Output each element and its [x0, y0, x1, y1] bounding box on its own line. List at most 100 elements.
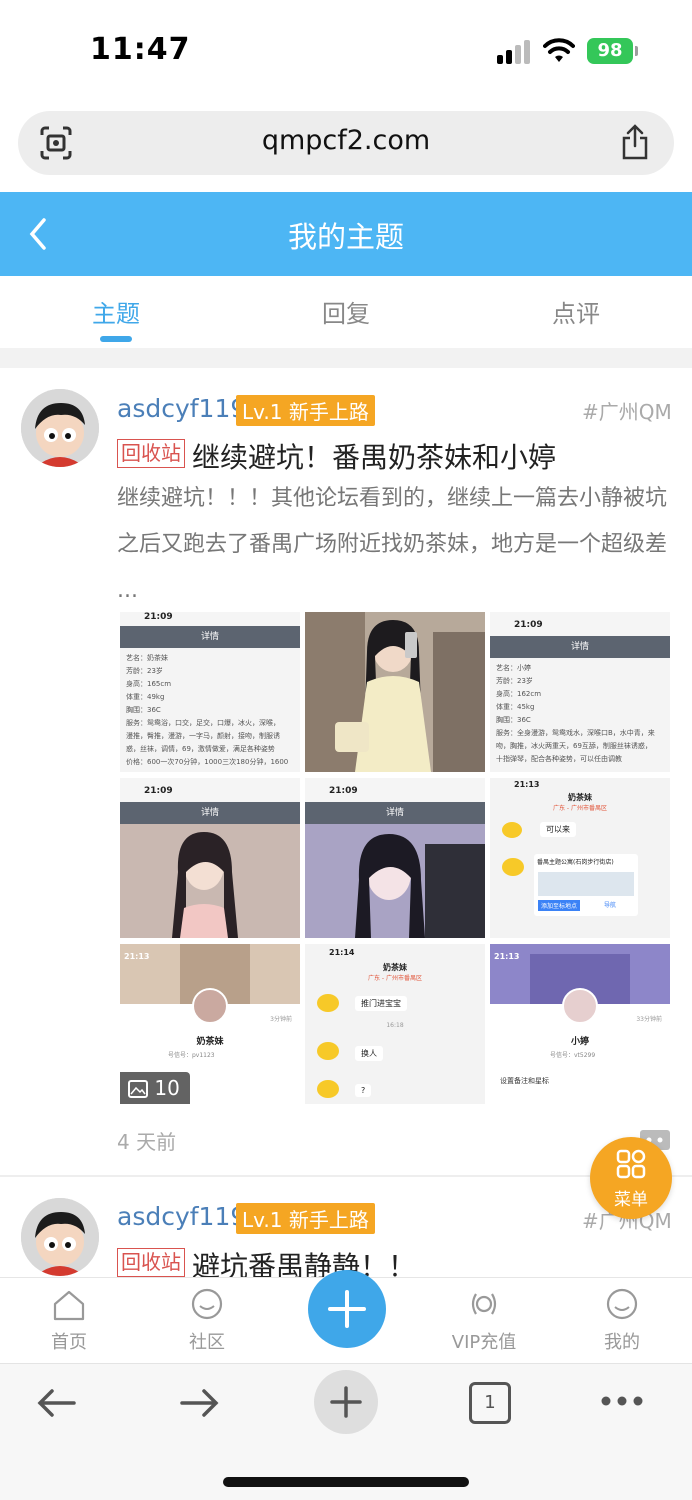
post-divider — [0, 1175, 692, 1177]
img-profile-setting: 设置备注和星标 — [500, 1077, 549, 1085]
post-image[interactable]: 21:13 奶茶妹 广东 - 广州市番禺区 可以来 番禺主题公寓(石岗步行街店)… — [490, 778, 670, 938]
post-time: 4 天前 — [117, 1130, 177, 1154]
post-image[interactable] — [305, 612, 485, 772]
wifi-icon — [543, 38, 575, 62]
img-line: 芳龄：23岁 — [496, 677, 533, 685]
img-chat-loc: 广东 - 广州市番禺区 — [368, 975, 422, 982]
img-time: 21:14 — [329, 948, 355, 957]
img-chat-name: 奶茶妹 — [568, 793, 592, 802]
img-profile-id: 号信号：pv1123 — [168, 1052, 215, 1059]
profile-avatar — [192, 988, 228, 1024]
img-chat-msg: 推门进宝宝 — [355, 996, 407, 1011]
img-title: 详情 — [490, 636, 670, 658]
img-title: 详情 — [120, 626, 300, 648]
status-bar: 11:47 98 — [0, 0, 692, 98]
post-image[interactable]: 21:09 详情 艺名：小婷 芳龄：23岁 身高：162cm 体重：45kg 胸… — [490, 612, 670, 772]
post-image[interactable]: 21:09 详情 — [120, 778, 300, 938]
battery-level: 98 — [597, 40, 623, 61]
img-line: 身高：162cm — [496, 690, 542, 698]
new-tab-icon[interactable] — [314, 1370, 378, 1434]
nav-vip-label: VIP充值 — [451, 1332, 517, 1353]
img-profile-id: 号信号：vt5299 — [550, 1052, 596, 1059]
chat-emoji-avatar — [317, 1042, 339, 1060]
post-username[interactable]: asdcyf119 — [117, 394, 246, 423]
nav-vip[interactable]: VIP充值 — [434, 1288, 534, 1354]
img-line: 艺名：小婷 — [496, 664, 531, 672]
post-image[interactable]: 21:13 33分钟前 小婷 号信号：vt5299 设置备注和星标 — [490, 944, 670, 1104]
image-count-badge[interactable]: 10 — [120, 1072, 190, 1104]
more-icon[interactable] — [600, 1394, 644, 1408]
img-time: 21:09 — [120, 612, 300, 626]
img-line: 芳龄：23岁 — [126, 667, 163, 675]
nav-community[interactable]: 社区 — [157, 1288, 257, 1354]
img-title: 详情 — [305, 802, 485, 824]
menu-button[interactable]: 菜单 — [590, 1137, 672, 1219]
map-card: 番禺主题公寓(石岗步行街店) 添加至标地点 导航 — [534, 854, 638, 916]
profile-icon — [606, 1288, 638, 1320]
nav-home[interactable]: 首页 — [19, 1288, 119, 1354]
tab-topics[interactable]: 主题 — [56, 294, 176, 329]
img-chat-stamp: 16:18 — [386, 1022, 404, 1029]
img-line: 身高：165cm — [126, 680, 172, 688]
tab-reviews[interactable]: 点评 — [516, 294, 636, 329]
profile-avatar — [562, 988, 598, 1024]
category-badge[interactable]: 回收站 — [117, 1248, 185, 1277]
img-chat-msg: ? — [355, 1084, 372, 1097]
post-button[interactable] — [308, 1270, 386, 1348]
avatar[interactable] — [21, 1198, 99, 1276]
img-text-block: 艺名：奶茶妹 芳龄：23岁 身高：165cm 体重：49kg 胸围：36C 服务… — [120, 648, 300, 772]
post-image[interactable]: 21:09 详情 艺名：奶茶妹 芳龄：23岁 身高：165cm 体重：49kg … — [120, 612, 300, 772]
chat-emoji-avatar — [317, 1080, 339, 1098]
map-title: 番禺主题公寓(石岗步行街店) — [537, 859, 614, 866]
section-gap — [0, 348, 692, 368]
nav-mine[interactable]: 我的 — [572, 1288, 672, 1354]
post-image[interactable]: 21:14 奶茶妹 广东 - 广州市番禺区 推门进宝宝 16:18 换人 ? — [305, 944, 485, 1104]
level-badge: Lv.1 新手上路 — [236, 1203, 375, 1234]
img-chat-msg: 可以来 — [540, 822, 576, 837]
photo-girl-mirror — [305, 612, 485, 772]
tab-switcher-button[interactable]: 1 — [469, 1382, 511, 1424]
post-username[interactable]: asdcyf119 — [117, 1202, 246, 1231]
img-chat-name: 奶茶妹 — [383, 963, 407, 972]
nav-home-label: 首页 — [51, 1332, 87, 1353]
plus-icon — [328, 1290, 366, 1328]
img-profile-name: 小婷 — [570, 1037, 589, 1047]
home-indicator — [223, 1477, 469, 1487]
post-image[interactable]: 21:09 详情 — [305, 778, 485, 938]
img-line: 艺名：奶茶妹 — [126, 654, 168, 662]
forward-arrow-icon[interactable] — [178, 1386, 222, 1420]
back-arrow-icon[interactable] — [34, 1386, 78, 1420]
chat-emoji-avatar — [502, 858, 524, 876]
img-line: 漫推，臀推，漫游，一字马，颜射，接吻，制服诱 — [126, 732, 280, 740]
image-grid[interactable]: 21:09 详情 艺名：奶茶妹 芳龄：23岁 身高：165cm 体重：49kg … — [118, 612, 672, 1104]
img-time: 21:09 — [120, 778, 300, 802]
tab-replies[interactable]: 回复 — [286, 294, 406, 329]
post-excerpt[interactable]: 继续避坑！！！其他论坛看到的，继续上一篇去小静被坑之后又跑去了番禺广场附近找奶茶… — [117, 476, 677, 614]
level-badge: Lv.1 新手上路 — [236, 395, 375, 426]
img-title: 详情 — [120, 802, 300, 824]
url-text[interactable]: qmpcf2.com — [18, 125, 674, 156]
vip-icon — [471, 1293, 497, 1315]
avatar[interactable] — [21, 389, 99, 467]
image-icon — [128, 1080, 148, 1098]
url-bar[interactable]: qmpcf2.com — [18, 111, 674, 175]
post-tag[interactable]: #广州QM — [582, 396, 672, 425]
img-line: 服务：鸳鸯浴，口交，足交，口爆，冰火，深喉， — [126, 719, 280, 727]
chat-icon — [191, 1288, 223, 1320]
battery-indicator: 98 — [587, 38, 633, 64]
img-line: 体重：49kg — [126, 693, 165, 701]
img-time: 21:13 — [124, 952, 150, 961]
img-text-block: 艺名：小婷 芳龄：23岁 身高：162cm 体重：45kg 胸围：36C 服务：… — [490, 658, 670, 770]
img-line: 胸围：36C — [496, 716, 531, 724]
post-title[interactable]: 继续避坑！番禺奶茶妹和小婷 — [192, 436, 556, 476]
img-time-ago: 33分钟前 — [636, 1016, 662, 1023]
chat-emoji-avatar — [502, 822, 522, 838]
img-time: 21:13 — [514, 780, 540, 789]
category-badge[interactable]: 回收站 — [117, 439, 185, 468]
img-time: 21:09 — [305, 778, 485, 802]
battery-tip — [635, 46, 638, 56]
img-line: 十指弹琴，配合各种姿势，可以任由调教 — [496, 755, 622, 763]
share-icon[interactable] — [620, 123, 650, 161]
img-time: 21:13 — [494, 952, 520, 961]
img-profile-name: 奶茶妹 — [196, 1037, 224, 1047]
